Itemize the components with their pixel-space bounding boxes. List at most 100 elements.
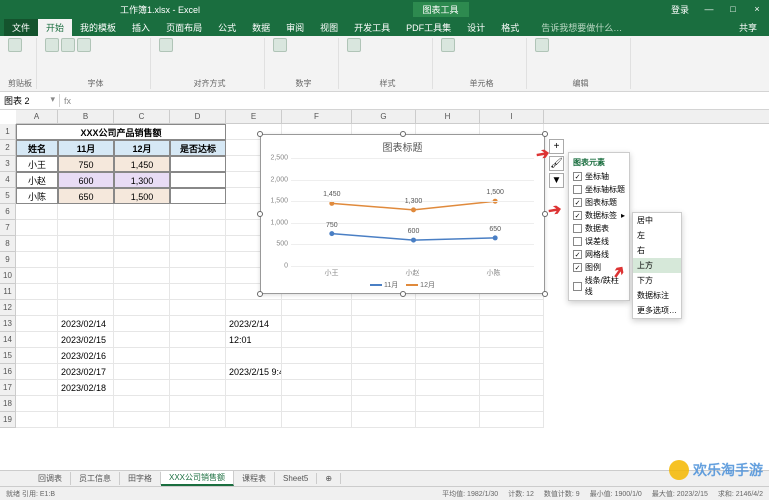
chart-styles-button[interactable]: 🖌 <box>549 156 564 171</box>
cell[interactable] <box>480 332 544 348</box>
cell[interactable] <box>170 236 226 252</box>
cell[interactable] <box>282 364 352 380</box>
col-header[interactable]: F <box>282 110 352 123</box>
tab-format[interactable]: 格式 <box>493 19 527 36</box>
cell[interactable]: 1,300 <box>114 172 170 188</box>
cell[interactable] <box>480 316 544 332</box>
element-item[interactable]: ✓坐标轴 <box>571 170 627 183</box>
chart-object[interactable]: 图表标题 05001,0001,5002,0002,500 7506006501… <box>260 134 545 294</box>
cell[interactable]: 600 <box>58 172 114 188</box>
cell[interactable] <box>226 396 282 412</box>
cell[interactable] <box>58 284 114 300</box>
cell[interactable] <box>170 380 226 396</box>
cell[interactable] <box>416 396 480 412</box>
cell[interactable] <box>352 348 416 364</box>
cell[interactable] <box>170 412 226 428</box>
cell[interactable] <box>114 348 170 364</box>
checkbox-icon[interactable] <box>573 224 582 233</box>
cell[interactable]: 12:01 <box>226 332 282 348</box>
maximize-button[interactable]: □ <box>721 4 745 14</box>
row-header[interactable]: 13 <box>0 316 16 332</box>
cell[interactable] <box>16 332 58 348</box>
cell[interactable]: 1,450 <box>114 156 170 172</box>
checkbox-icon[interactable]: ✓ <box>573 263 582 272</box>
checkbox-icon[interactable]: ✓ <box>573 211 582 220</box>
submenu-item[interactable]: 居中 <box>633 213 681 228</box>
tell-me[interactable]: 告诉我想要做什么… <box>533 19 630 36</box>
cell[interactable] <box>282 300 352 316</box>
col-header[interactable]: E <box>226 110 282 123</box>
cell[interactable]: 12月 <box>114 140 170 156</box>
row-header[interactable]: 16 <box>0 364 16 380</box>
cell[interactable] <box>114 284 170 300</box>
cell[interactable] <box>282 412 352 428</box>
checkbox-icon[interactable]: ✓ <box>573 250 582 259</box>
cell[interactable] <box>16 236 58 252</box>
submenu-item[interactable]: 上方 <box>633 258 681 273</box>
row-header[interactable]: 1 <box>0 124 16 140</box>
cell[interactable] <box>16 284 58 300</box>
cell[interactable] <box>114 300 170 316</box>
cell[interactable] <box>114 316 170 332</box>
cell[interactable] <box>480 396 544 412</box>
tab-file[interactable]: 文件 <box>4 19 38 36</box>
row-header[interactable]: 19 <box>0 412 16 428</box>
cell[interactable] <box>16 412 58 428</box>
font-icon[interactable] <box>45 38 59 52</box>
col-header[interactable]: I <box>480 110 544 123</box>
element-item[interactable]: ✓网格线 <box>571 248 627 261</box>
cell[interactable] <box>416 300 480 316</box>
cell[interactable] <box>16 348 58 364</box>
checkbox-icon[interactable] <box>573 282 582 291</box>
chart-plot[interactable]: 05001,0001,5002,0002,500 7506006501,4501… <box>291 158 534 266</box>
cell[interactable] <box>226 300 282 316</box>
cell[interactable] <box>480 348 544 364</box>
checkbox-icon[interactable]: ✓ <box>573 198 582 207</box>
tab-pdf[interactable]: PDF工具集 <box>398 19 459 36</box>
editing-icon[interactable] <box>535 38 549 52</box>
cell[interactable] <box>170 172 226 188</box>
cell[interactable] <box>16 268 58 284</box>
cell[interactable] <box>16 204 58 220</box>
bold-icon[interactable] <box>61 38 75 52</box>
cell[interactable] <box>170 268 226 284</box>
cell[interactable] <box>114 252 170 268</box>
element-item[interactable]: ✓图表标题 <box>571 196 627 209</box>
cell[interactable]: 750 <box>58 156 114 172</box>
italic-icon[interactable] <box>77 38 91 52</box>
element-item[interactable]: 数据表 <box>571 222 627 235</box>
chart-elements-button[interactable]: + <box>549 139 564 154</box>
cell[interactable] <box>58 396 114 412</box>
cell[interactable] <box>170 252 226 268</box>
row-header[interactable]: 3 <box>0 156 16 172</box>
row-header[interactable]: 2 <box>0 140 16 156</box>
submenu-item[interactable]: 左 <box>633 228 681 243</box>
cell[interactable] <box>114 236 170 252</box>
cell[interactable] <box>416 364 480 380</box>
cell[interactable] <box>58 300 114 316</box>
number-icon[interactable] <box>273 38 287 52</box>
submenu-item[interactable]: 右 <box>633 243 681 258</box>
sheet-tab[interactable]: 员工信息 <box>71 472 120 485</box>
cell[interactable] <box>114 332 170 348</box>
paste-icon[interactable] <box>8 38 22 52</box>
cell[interactable] <box>58 252 114 268</box>
tab-my-templates[interactable]: 我的模板 <box>72 19 124 36</box>
checkbox-icon[interactable] <box>573 185 582 194</box>
cell[interactable] <box>16 364 58 380</box>
cells-icon[interactable] <box>441 38 455 52</box>
row-header[interactable]: 5 <box>0 188 16 204</box>
cell[interactable] <box>114 380 170 396</box>
cell[interactable] <box>352 364 416 380</box>
sheet-tab[interactable]: 课程表 <box>234 472 275 485</box>
row-header[interactable]: 15 <box>0 348 16 364</box>
cell[interactable] <box>170 364 226 380</box>
sheet-tab[interactable]: 回调表 <box>30 472 71 485</box>
cell[interactable] <box>16 380 58 396</box>
cell[interactable] <box>170 188 226 204</box>
tab-page-layout[interactable]: 页面布局 <box>158 19 210 36</box>
styles-icon[interactable] <box>347 38 361 52</box>
align-icon[interactable] <box>159 38 173 52</box>
row-header[interactable]: 12 <box>0 300 16 316</box>
row-header[interactable]: 18 <box>0 396 16 412</box>
